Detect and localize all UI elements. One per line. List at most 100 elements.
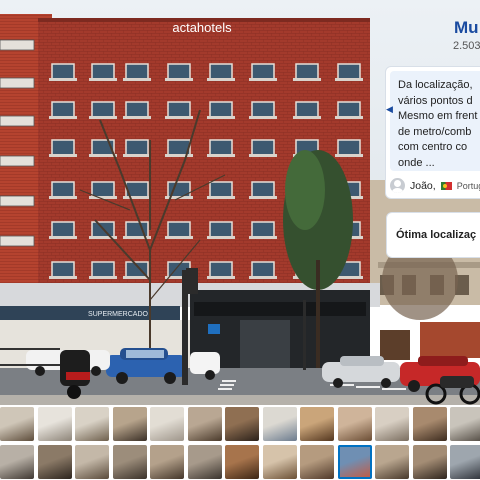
gallery-thumbnail[interactable] [187, 407, 222, 441]
window [251, 139, 275, 156]
gallery-thumbnail[interactable] [412, 445, 447, 479]
window [167, 221, 191, 238]
gallery-thumbnail[interactable] [112, 407, 147, 441]
gallery-thumbnail[interactable] [262, 445, 297, 479]
window [51, 101, 75, 118]
gallery-thumbnail[interactable] [337, 407, 372, 441]
gallery-thumbnail[interactable] [37, 407, 72, 441]
hotel-sign: actahotels [172, 20, 232, 35]
window-ledge [293, 78, 321, 81]
gallery-thumbnail[interactable] [375, 407, 409, 441]
window [295, 101, 319, 118]
window [51, 261, 75, 278]
gallery-thumbnail[interactable] [412, 407, 447, 441]
window [295, 63, 319, 80]
chevron-left-icon[interactable]: ◀ [386, 104, 393, 115]
window-ledge [123, 116, 151, 119]
window-ledge [89, 276, 117, 279]
window [337, 101, 361, 118]
window [209, 181, 233, 198]
reviewer-country: Portug [456, 180, 480, 191]
window [51, 63, 75, 80]
window-ledge [165, 116, 193, 119]
window [125, 101, 149, 118]
gallery-thumbnail[interactable] [0, 445, 34, 479]
portugal-flag-icon [440, 181, 452, 190]
window [91, 181, 115, 198]
window-ledge [335, 154, 363, 157]
window-ledge [207, 196, 235, 199]
window-ledge [249, 236, 277, 239]
window [51, 221, 75, 238]
gallery-thumbnail[interactable] [450, 445, 480, 479]
window-ledge [207, 78, 235, 81]
gallery-thumbnail[interactable] [300, 407, 334, 441]
review-score-title[interactable]: Mu [454, 18, 479, 38]
window [125, 139, 149, 156]
window-ledge [49, 78, 77, 81]
gallery-thumbnail[interactable] [75, 445, 109, 479]
window-ledge [49, 236, 77, 239]
gallery-thumbnail[interactable] [112, 445, 147, 479]
window-ledge [249, 154, 277, 157]
window [209, 101, 233, 118]
window-ledge [89, 116, 117, 119]
window [167, 101, 191, 118]
window [209, 139, 233, 156]
window-ledge [293, 116, 321, 119]
balcony [0, 195, 35, 207]
balcony [0, 77, 35, 89]
gallery-thumbnail[interactable] [225, 445, 259, 479]
gallery-thumbnail[interactable] [75, 407, 109, 441]
reviewer-info: João, Portug [390, 178, 480, 193]
gallery-thumbnail[interactable] [225, 407, 259, 441]
gallery-thumbnail[interactable] [187, 445, 222, 479]
gallery-thumbnail[interactable] [150, 407, 184, 441]
photo-thumbnail-strip [0, 407, 480, 480]
window-ledge [207, 154, 235, 157]
window [251, 63, 275, 80]
window [337, 139, 361, 156]
window-ledge [249, 78, 277, 81]
gallery-thumbnail[interactable] [375, 445, 409, 479]
gallery-thumbnail[interactable] [37, 445, 72, 479]
hero-photo[interactable]: actahotels SUPERMERCADO [0, 0, 480, 405]
review-text: Da localização, vários pontos d Mesmo em… [398, 79, 478, 169]
window [251, 261, 275, 278]
window-ledge [165, 236, 193, 239]
window [251, 181, 275, 198]
gallery-thumbnail[interactable] [450, 407, 480, 441]
hotel-page: actahotels SUPERMERCADO Mu 2.503 Da loca… [0, 0, 480, 480]
window [209, 261, 233, 278]
window-ledge [335, 276, 363, 279]
window-ledge [165, 154, 193, 157]
window-ledge [123, 78, 151, 81]
window [209, 221, 233, 238]
balcony [0, 115, 35, 127]
gallery-thumbnail[interactable] [150, 445, 184, 479]
balcony [0, 39, 35, 51]
window [251, 221, 275, 238]
window-ledge [207, 116, 235, 119]
review-count: 2.503 [453, 40, 480, 52]
gallery-thumbnail[interactable] [300, 445, 334, 479]
gallery-thumbnail[interactable] [262, 407, 297, 441]
window [337, 63, 361, 80]
window-ledge [89, 196, 117, 199]
highlight-label: Ótima localizaç [396, 229, 477, 241]
window-ledge [123, 154, 151, 157]
window [91, 101, 115, 118]
store-sign: SUPERMERCADO [88, 311, 148, 318]
balcony [0, 235, 35, 247]
window-ledge [335, 78, 363, 81]
gallery-thumbnail[interactable] [0, 407, 34, 441]
window [91, 261, 115, 278]
window [209, 63, 233, 80]
window-ledge [49, 116, 77, 119]
window-ledge [165, 78, 193, 81]
window-ledge [123, 196, 151, 199]
window-ledge [249, 116, 277, 119]
gallery-thumbnail[interactable] [337, 445, 372, 479]
window [251, 101, 275, 118]
window [51, 181, 75, 198]
